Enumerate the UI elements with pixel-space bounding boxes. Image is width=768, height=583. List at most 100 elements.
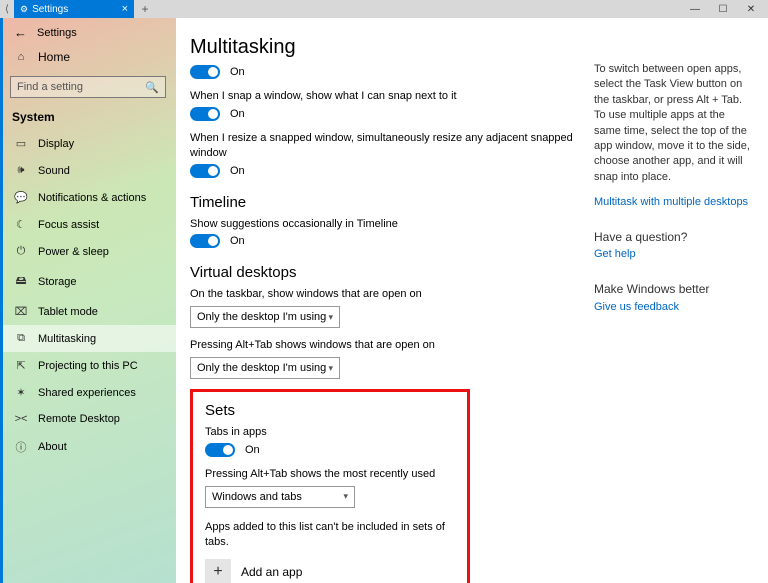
question-heading: Have a question? — [594, 229, 754, 246]
new-tab-button[interactable]: + — [134, 0, 156, 18]
notifications-icon: 💬 — [14, 191, 28, 204]
tablet-icon: ⌧ — [14, 305, 28, 318]
nav-label: Sound — [38, 165, 70, 177]
search-icon: 🔍 — [145, 81, 159, 94]
minimize-button[interactable]: — — [688, 4, 702, 15]
plus-icon: + — [213, 563, 222, 581]
toggle-state: On — [230, 165, 245, 177]
nav-label: Power & sleep — [38, 246, 109, 258]
about-icon: ⓘ — [14, 439, 28, 455]
select-value: Windows and tabs — [212, 491, 302, 503]
content-area: Multitasking On When I snap a window, sh… — [176, 18, 768, 583]
gear-icon: ⚙ — [20, 4, 28, 15]
app-header-label: Settings — [37, 27, 77, 39]
nav-storage[interactable]: 🖴 Storage — [0, 265, 176, 298]
nav-shared-experiences[interactable]: ✶ Shared experiences — [0, 379, 176, 406]
resize-description: When I resize a snapped window, simultan… — [190, 131, 574, 161]
sets-alttab-select[interactable]: Windows and tabs ▾ — [205, 486, 355, 508]
timeline-description: Show suggestions occasionally in Timelin… — [190, 217, 574, 232]
storage-icon: 🖴 — [14, 272, 28, 291]
right-rail: To switch between open apps, select the … — [594, 36, 754, 315]
sets-highlight: Sets Tabs in apps On Pressing Alt+Tab sh… — [190, 389, 470, 583]
main-column: Multitasking On When I snap a window, sh… — [190, 36, 574, 583]
select-value: Only the desktop I'm using — [197, 311, 326, 323]
sets-heading: Sets — [205, 402, 455, 419]
nav-home[interactable]: ⌂ Home — [0, 40, 176, 72]
toggle-state: On — [230, 235, 245, 247]
nav-remote-desktop[interactable]: >< Remote Desktop — [0, 406, 176, 432]
nav-power[interactable]: ⏻ Power & sleep — [0, 238, 176, 265]
display-icon: ▭ — [14, 137, 28, 150]
sets-tabs-toggle[interactable] — [205, 443, 235, 457]
accent-strip — [0, 18, 3, 583]
nav-tablet-mode[interactable]: ⌧ Tablet mode — [0, 298, 176, 325]
vd-alttab-select[interactable]: Only the desktop I'm using ▾ — [190, 357, 340, 379]
virtual-desktops-heading: Virtual desktops — [190, 264, 574, 281]
previous-tab-button[interactable]: ⟨ — [0, 0, 14, 18]
back-button[interactable]: ← — [14, 25, 27, 40]
nav-about[interactable]: ⓘ About — [0, 432, 176, 462]
chevron-down-icon: ▾ — [328, 363, 333, 374]
nav-label: Shared experiences — [38, 387, 136, 399]
nav-projecting[interactable]: ⇱ Projecting to this PC — [0, 352, 176, 379]
page-title: Multitasking — [190, 36, 574, 59]
focus-icon: ☾ — [14, 218, 28, 231]
maximize-button[interactable]: ☐ — [716, 4, 730, 15]
nav-label: Storage — [38, 276, 77, 288]
nav-focus-assist[interactable]: ☾ Focus assist — [0, 211, 176, 238]
sets-excluded-text: Apps added to this list can't be include… — [205, 520, 455, 550]
nav-label: Multitasking — [38, 333, 96, 345]
feedback-heading: Make Windows better — [594, 281, 754, 298]
vd-taskbar-description: On the taskbar, show windows that are op… — [190, 287, 574, 302]
nav-multitasking[interactable]: ⧉ Multitasking — [0, 325, 176, 352]
timeline-heading: Timeline — [190, 194, 574, 211]
feedback-link[interactable]: Give us feedback — [594, 300, 754, 315]
home-icon: ⌂ — [14, 51, 28, 63]
nav-label: Tablet mode — [38, 306, 98, 318]
sound-icon: 🕪 — [14, 164, 28, 177]
nav-label: Notifications & actions — [38, 192, 146, 204]
tab-close-icon[interactable]: × — [122, 3, 128, 15]
nav-label: Focus assist — [38, 219, 99, 231]
tip-text: To switch between open apps, select the … — [594, 62, 754, 185]
tip-link[interactable]: Multitask with multiple desktops — [594, 195, 754, 210]
remote-icon: >< — [14, 413, 28, 425]
sets-tabs-label: Tabs in apps — [205, 425, 455, 440]
nav-label: Remote Desktop — [38, 413, 120, 425]
window-controls: — ☐ ✕ — [688, 0, 768, 18]
sets-alttab-description: Pressing Alt+Tab shows the most recently… — [205, 467, 455, 482]
home-label: Home — [38, 50, 70, 64]
nav-notifications[interactable]: 💬 Notifications & actions — [0, 184, 176, 211]
nav-display[interactable]: ▭ Display — [0, 130, 176, 157]
add-app-label: Add an app — [241, 565, 302, 579]
multitasking-icon: ⧉ — [14, 332, 28, 345]
nav-sound[interactable]: 🕪 Sound — [0, 157, 176, 184]
nav-label: About — [38, 441, 67, 453]
timeline-toggle[interactable] — [190, 234, 220, 248]
snap-toggle[interactable] — [190, 65, 220, 79]
tab-strip: ⟨ ⚙ Settings × + — [0, 0, 156, 18]
window-tab-settings[interactable]: ⚙ Settings × — [14, 0, 134, 18]
power-icon: ⏻ — [14, 245, 28, 258]
snap-next-toggle[interactable] — [190, 107, 220, 121]
get-help-link[interactable]: Get help — [594, 247, 754, 262]
toggle-state: On — [230, 66, 245, 78]
close-button[interactable]: ✕ — [744, 4, 758, 15]
vd-taskbar-select[interactable]: Only the desktop I'm using ▾ — [190, 306, 340, 328]
toggle-state: On — [245, 444, 260, 456]
sidebar: ← Settings ⌂ Home Find a setting 🔍 Syste… — [0, 18, 176, 583]
chevron-down-icon: ▾ — [328, 312, 333, 323]
nav-label: Display — [38, 138, 74, 150]
shared-icon: ✶ — [14, 386, 28, 399]
add-app-row[interactable]: + Add an app — [205, 559, 455, 583]
titlebar: ⟨ ⚙ Settings × + — ☐ ✕ — [0, 0, 768, 18]
toggle-state: On — [230, 108, 245, 120]
projecting-icon: ⇱ — [14, 359, 28, 372]
select-value: Only the desktop I'm using — [197, 362, 326, 374]
section-label: System — [0, 106, 176, 130]
resize-toggle[interactable] — [190, 164, 220, 178]
search-placeholder: Find a setting — [17, 81, 145, 93]
search-input[interactable]: Find a setting 🔍 — [10, 76, 166, 98]
snap-next-description: When I snap a window, show what I can sn… — [190, 89, 574, 104]
add-app-button[interactable]: + — [205, 559, 231, 583]
